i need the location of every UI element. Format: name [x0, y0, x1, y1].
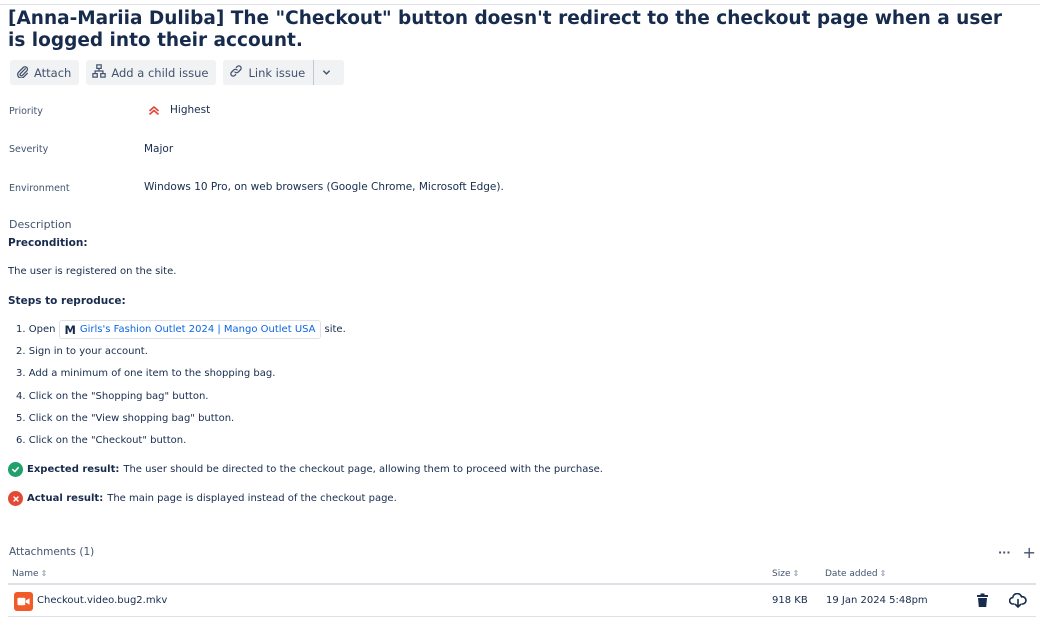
add-child-issue-button[interactable]: Add a child issue: [86, 60, 217, 85]
priority-label: Priority: [9, 106, 43, 117]
precondition-text: The user is registered on the site.: [8, 266, 177, 277]
issue-title: [Anna-Mariia Duliba] The "Checkout" butt…: [8, 8, 1003, 51]
smart-link-text: Girls's Fashion Outlet 2024 | Mango Outl…: [79, 324, 316, 335]
column-header-size[interactable]: Size ⇕: [772, 569, 799, 579]
list-item: 3. Add a minimum of one item to the shop…: [16, 368, 276, 379]
trash-icon[interactable]: [976, 593, 989, 613]
error-circle-icon: [8, 491, 23, 506]
check-circle-icon: [8, 462, 23, 477]
expected-result: Expected result: The user should be dire…: [8, 462, 603, 477]
priority-value[interactable]: Highest: [144, 104, 210, 116]
download-cloud-icon[interactable]: [1008, 592, 1027, 613]
step-prefix: 1. Open: [16, 324, 56, 335]
link-issue-group: Link issue: [223, 60, 345, 85]
attachment-name[interactable]: Checkout.video.bug2.mkv: [37, 595, 167, 606]
attach-button[interactable]: Attach: [10, 60, 80, 85]
step-suffix: site.: [324, 324, 346, 335]
top-divider: [0, 4, 1040, 5]
table-row[interactable]: Checkout.video.bug2.mkv 918 KB 19 Jan 20…: [8, 587, 1036, 617]
attachments-table-header: Name ⇕ Size ⇕ Date added ⇕: [8, 567, 1036, 585]
list-item: 2. Sign in to your account.: [16, 346, 148, 357]
child-issue-icon: [92, 64, 111, 81]
attachments-actions: ··· +: [998, 543, 1036, 562]
description-label: Description: [9, 218, 72, 231]
link-icon: [229, 64, 248, 81]
expected-result-label: Expected result:: [27, 464, 120, 475]
sort-icon: ⇕: [879, 569, 887, 578]
steps-heading: Steps to reproduce:: [8, 295, 126, 307]
add-attachment-button[interactable]: +: [1023, 543, 1036, 562]
priority-text: Highest: [170, 104, 211, 116]
list-item: 4. Click on the "Shopping bag" button.: [16, 391, 209, 402]
attachment-date: 19 Jan 2024 5:48pm: [826, 595, 928, 606]
link-issue-button[interactable]: Link issue: [223, 60, 313, 85]
attach-label: Attach: [34, 65, 72, 80]
add-child-issue-label: Add a child issue: [111, 65, 209, 80]
list-item: 1. Open M Girls's Fashion Outlet 2024 | …: [16, 320, 346, 339]
list-item: 5. Click on the "View shopping bag" butt…: [16, 413, 235, 424]
smart-link[interactable]: M Girls's Fashion Outlet 2024 | Mango Ou…: [59, 320, 321, 339]
actual-result-text: The main page is displayed instead of th…: [107, 493, 397, 504]
highest-priority-icon: [148, 104, 160, 116]
environment-value[interactable]: Windows 10 Pro, on web browsers (Google …: [144, 181, 504, 193]
expected-result-text: The user should be directed to the check…: [123, 464, 603, 475]
more-options-button[interactable]: ···: [998, 546, 1011, 559]
paperclip-icon: [16, 65, 34, 81]
severity-value[interactable]: Major: [144, 143, 173, 155]
actual-result-label: Actual result:: [27, 493, 104, 504]
chevron-down-icon: [322, 66, 336, 80]
more-actions-dropdown[interactable]: [314, 60, 344, 85]
column-header-name[interactable]: Name ⇕: [12, 569, 47, 579]
environment-label: Environment: [9, 183, 70, 194]
severity-label: Severity: [9, 144, 49, 155]
link-issue-label: Link issue: [248, 65, 306, 80]
mango-logo-icon: M: [64, 322, 76, 337]
column-header-date[interactable]: Date added ⇕: [825, 569, 886, 579]
sort-icon: ⇕: [792, 569, 800, 578]
list-item: 6. Click on the "Checkout" button.: [16, 435, 187, 446]
attachment-size: 918 KB: [772, 595, 808, 606]
issue-toolbar: Attach Add a child issue Link issue: [10, 60, 345, 86]
attachments-title: Attachments (1): [9, 546, 95, 558]
video-file-icon: [14, 592, 33, 611]
sort-icon: ⇕: [40, 569, 48, 578]
precondition-heading: Precondition:: [8, 237, 88, 249]
actual-result: Actual result: The main page is displaye…: [8, 491, 397, 506]
